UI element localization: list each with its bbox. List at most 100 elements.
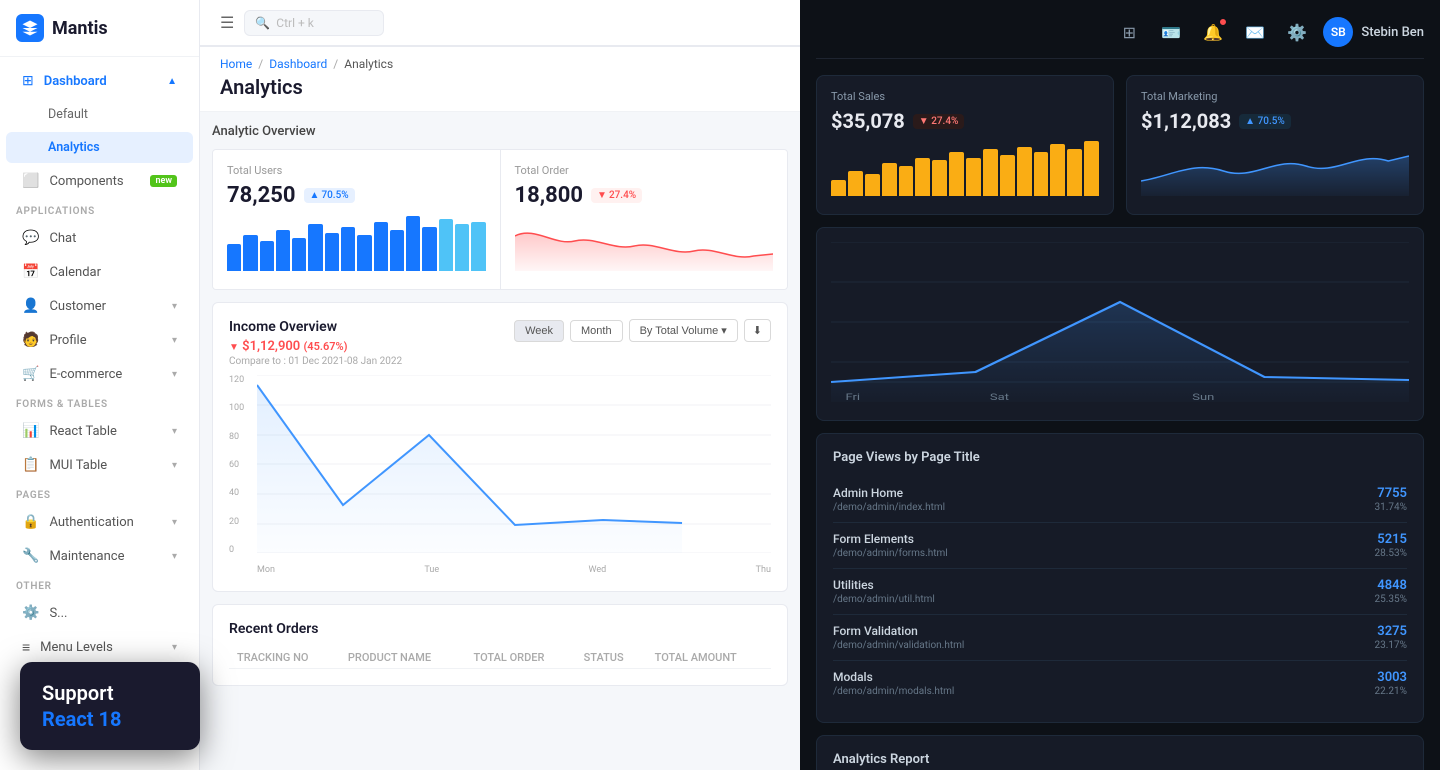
area-chart-order xyxy=(515,216,774,271)
col-total-order: TOTAL ORDER xyxy=(466,647,576,669)
bar-chart-users xyxy=(227,216,486,271)
chevron-down-icon: ▾ xyxy=(172,369,177,380)
bar xyxy=(1034,152,1049,196)
page-view-item-1: Admin Home /demo/admin/index.html 7755 3… xyxy=(833,477,1407,523)
box-icon: ⬜ xyxy=(22,173,39,189)
lock-icon: 🔒 xyxy=(22,514,39,530)
bar xyxy=(848,171,863,196)
logo-icon xyxy=(16,14,44,42)
grid-view-button[interactable]: ⊞ xyxy=(1113,16,1145,48)
section-label-forms: Forms & Tables xyxy=(0,391,199,414)
sidebar-item-calendar[interactable]: 📅 Calendar xyxy=(6,256,193,288)
col-product: PRODUCT NAME xyxy=(340,647,466,669)
main-area: ☰ 🔍 Ctrl + k Home / Dashboard / Analytic… xyxy=(200,0,1440,770)
search-icon: 🔍 xyxy=(255,16,270,30)
bar xyxy=(983,149,998,196)
settings-button[interactable]: ⚙️ xyxy=(1281,16,1313,48)
svg-text:Fri: Fri xyxy=(845,392,860,402)
chevron-down-icon: ▾ xyxy=(172,460,177,471)
bar xyxy=(1000,155,1015,196)
notification-button[interactable]: 🔔 xyxy=(1197,16,1229,48)
sidebar-item-dashboard[interactable]: ⊞ Dashboard ▲ xyxy=(6,65,193,97)
analytics-report-title: Analytics Report xyxy=(833,752,1407,767)
income-title: Income Overview xyxy=(229,319,402,335)
bar xyxy=(439,219,453,271)
breadcrumb-home[interactable]: Home xyxy=(220,57,252,71)
bar xyxy=(882,163,897,196)
area-chart-marketing xyxy=(1141,141,1409,196)
mail-button[interactable]: ✉️ xyxy=(1239,16,1271,48)
notification-badge xyxy=(1219,18,1227,26)
sidebar-item-ecommerce[interactable]: 🛒 E-commerce ▾ xyxy=(6,358,193,390)
chevron-up-icon: ▲ xyxy=(167,76,177,87)
volume-button[interactable]: By Total Volume ▾ xyxy=(629,319,738,342)
dark-badge-marketing: ▲ 70.5% xyxy=(1239,114,1291,129)
user-profile[interactable]: SB Stebin Ben xyxy=(1323,17,1424,47)
table-icon: 📊 xyxy=(22,423,39,439)
sidebar-item-react-table[interactable]: 📊 React Table ▾ xyxy=(6,415,193,447)
page-view-item-2: Form Elements /demo/admin/forms.html 521… xyxy=(833,523,1407,569)
hamburger-button[interactable]: ☰ xyxy=(220,13,234,32)
page-view-item-3: Utilities /demo/admin/util.html 4848 25.… xyxy=(833,569,1407,615)
stat-card-value-order: 18,800 ▼ 27.4% xyxy=(515,183,774,208)
page-view-right-5: 3003 22.21% xyxy=(1375,670,1407,697)
light-content: Analytic Overview Total Users 78,250 ▲ 7… xyxy=(200,112,800,698)
sidebar-item-customer[interactable]: 👤 Customer ▾ xyxy=(6,290,193,322)
col-tracking: TRACKING NO xyxy=(229,647,340,669)
page-view-left-2: Form Elements /demo/admin/forms.html xyxy=(833,532,948,559)
sidebar-item-chat[interactable]: 💬 Chat xyxy=(6,222,193,254)
sidebar-logo: Mantis xyxy=(0,0,199,57)
stat-card-title-order: Total Order xyxy=(515,164,774,177)
y-axis-labels: 120 100 80 60 40 20 0 xyxy=(229,375,255,555)
breadcrumb-dashboard[interactable]: Dashboard xyxy=(269,57,327,71)
logo-text: Mantis xyxy=(52,18,108,39)
arrow-up-icon: ▲ xyxy=(310,190,320,201)
sidebar-item-profile[interactable]: 🧑 Profile ▾ xyxy=(6,324,193,356)
col-amount: TOTAL AMOUNT xyxy=(647,647,771,669)
dark-panel: ⊞ 🪪 🔔 ✉️ ⚙️ SB Stebin Ben Total Sales $3… xyxy=(800,0,1440,770)
income-section: Income Overview ▼ $1,12,900 (45.67%) Com… xyxy=(212,302,788,592)
sidebar-item-mui-table[interactable]: 📋 MUI Table ▾ xyxy=(6,449,193,481)
person-card-button[interactable]: 🪪 xyxy=(1155,16,1187,48)
support-popup-line2: React 18 xyxy=(42,706,178,732)
cart-icon: 🛒 xyxy=(22,366,39,382)
download-button[interactable]: ⬇ xyxy=(744,319,771,342)
page-view-left-4: Form Validation /demo/admin/validation.h… xyxy=(833,624,964,651)
user-avatar: SB xyxy=(1323,17,1353,47)
dark-card-total-marketing: Total Marketing $1,12,083 ▲ 70.5% xyxy=(1126,75,1424,215)
page-view-left-1: Admin Home /demo/admin/index.html xyxy=(833,486,945,513)
search-box[interactable]: 🔍 Ctrl + k xyxy=(244,10,384,36)
bar xyxy=(390,230,404,271)
chat-icon: 💬 xyxy=(22,230,39,246)
bar xyxy=(1050,144,1065,196)
sidebar-item-maintenance[interactable]: 🔧 Maintenance ▾ xyxy=(6,540,193,572)
sidebar-item-authentication[interactable]: 🔒 Authentication ▾ xyxy=(6,506,193,538)
stat-card-title-users: Total Users xyxy=(227,164,486,177)
dark-line-chart: Fri Sat Sun xyxy=(831,242,1409,402)
stat-badge-order: ▼ 27.4% xyxy=(591,188,642,203)
week-button[interactable]: Week xyxy=(514,320,564,342)
svg-text:Sun: Sun xyxy=(1192,392,1214,402)
page-view-item-4: Form Validation /demo/admin/validation.h… xyxy=(833,615,1407,661)
sidebar-item-analytics[interactable]: Analytics xyxy=(6,132,193,163)
dark-card-title-sales: Total Sales xyxy=(831,90,1099,103)
stat-badge-users: ▲ 70.5% xyxy=(304,188,355,203)
chevron-down-icon: ▾ xyxy=(172,517,177,528)
sidebar-item-components[interactable]: ⬜ Components new xyxy=(6,165,193,197)
bar xyxy=(341,227,355,271)
breadcrumb-sep2: / xyxy=(333,57,338,71)
top-nav: ☰ 🔍 Ctrl + k xyxy=(200,0,800,46)
page-header: Analytics xyxy=(200,71,800,112)
month-button[interactable]: Month xyxy=(570,320,623,342)
income-chart-svg xyxy=(257,375,771,553)
breadcrumb: Home / Dashboard / Analytics xyxy=(200,47,800,71)
sidebar-item-default[interactable]: Default xyxy=(6,99,193,130)
sidebar-item-menu-levels[interactable]: ≡ Menu Levels ▾ xyxy=(6,631,193,664)
dots-icon: ⚙️ xyxy=(22,605,39,621)
chevron-down-icon: ▾ xyxy=(172,642,177,653)
bar xyxy=(865,174,880,196)
income-value: ▼ $1,12,900 (45.67%) xyxy=(229,339,348,354)
sidebar-item-sample[interactable]: ⚙️ S... xyxy=(6,597,193,629)
dark-card-value-sales: $35,078 ▼ 27.4% xyxy=(831,109,1099,133)
calendar-icon: 📅 xyxy=(22,264,39,280)
